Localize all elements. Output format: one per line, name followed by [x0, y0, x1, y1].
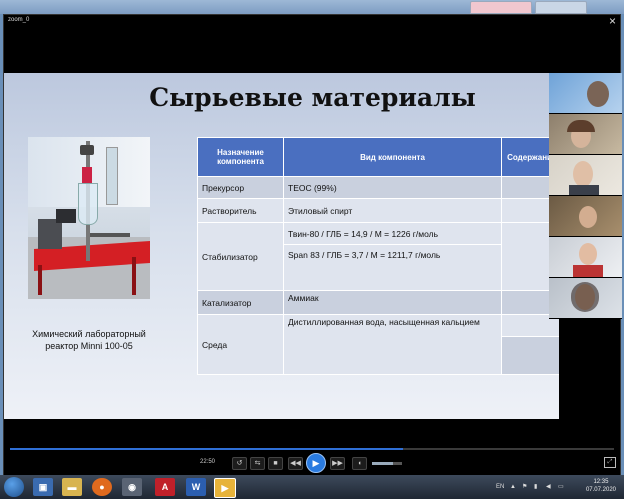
word-icon[interactable]: W [186, 478, 206, 496]
volume-icon[interactable]: ◀ [546, 478, 551, 496]
play-button[interactable]: ▶ [306, 453, 326, 473]
participant-video-panel [549, 73, 622, 319]
shuffle-icon[interactable]: ⇆ [250, 457, 265, 470]
start-button[interactable] [4, 477, 24, 497]
battery-icon[interactable]: ▭ [558, 478, 564, 496]
table-row: Среда Дистиллированная вода, насыщенная … [197, 314, 559, 375]
photo-caption: Химический лабораторный реактор Minni 10… [14, 328, 164, 352]
taskbar-clock[interactable]: 12:35 07.07.2020 [586, 478, 616, 494]
caption-line: реактор Minni 100-05 [45, 341, 133, 351]
clock-time: 12:35 [593, 479, 609, 485]
participant-video-tile[interactable] [549, 237, 622, 278]
cell-component: Твин-80 / ГЛБ = 14,9 / М = 1226 г/моль [283, 222, 502, 245]
taskbar: ▣ ▬ ● ◉ A W ▶ EN ▲ ⚑ ▮ ◀ ▭ 12:35 07.07.2… [0, 475, 624, 499]
stop-button[interactable]: ■ [268, 457, 283, 470]
table-row: Растворитель Этиловый спирт 300 [197, 198, 559, 223]
cell-role: Прекурсор [197, 176, 284, 199]
seek-bar[interactable] [10, 448, 614, 450]
language-indicator[interactable]: EN [496, 478, 504, 496]
volume-slider-fill [372, 462, 393, 465]
flag-icon[interactable]: ⚑ [522, 478, 527, 496]
slide-title: Сырьевые материалы [149, 83, 476, 112]
cell-role: Стабилизатор [197, 222, 284, 291]
participant-video-tile[interactable] [549, 114, 622, 155]
seek-bar-fill [10, 448, 403, 450]
loop-button[interactable]: ↺ [232, 457, 247, 470]
table-row: Прекурсор ТЕОС (99%) 40 [197, 176, 559, 199]
player-app-icon[interactable]: ▶ [214, 478, 236, 498]
previous-button[interactable]: ◀◀ [288, 457, 303, 470]
table-row: Стабилизатор Твин-80 / ГЛБ = 14,9 / М = … [197, 222, 559, 291]
cell-component: Дистиллированная вода, насыщенная кальци… [283, 314, 502, 375]
presentation-slide: Сырьевые материалы Химический лабораторн… [4, 73, 559, 419]
materials-table: Назначение компонента Вид компонента Сод… [197, 137, 559, 375]
next-button[interactable]: ▶▶ [330, 457, 345, 470]
media-icon[interactable]: ◉ [122, 478, 142, 496]
reactor-photo [28, 137, 150, 299]
clock-date: 07.07.2020 [585, 487, 616, 493]
mute-icon[interactable]: ◖ [352, 457, 367, 470]
participant-video-tile[interactable] [549, 73, 622, 114]
cell-component: Аммиак [283, 290, 502, 315]
elapsed-time: 22:50 [200, 459, 216, 465]
cell-role: Среда [197, 314, 284, 375]
volume-slider[interactable] [372, 462, 402, 465]
firefox-icon[interactable]: ● [92, 478, 112, 496]
close-icon[interactable]: × [609, 15, 616, 27]
cell-component: Этиловый спирт [283, 198, 502, 223]
desktop-background [0, 0, 624, 14]
caption-line: Химический лабораторный [32, 329, 146, 339]
cell-component: ТЕОС (99%) [283, 176, 502, 199]
network-icon[interactable]: ▮ [534, 478, 537, 496]
cell-amount: 300 [501, 336, 559, 375]
save-icon[interactable]: ▣ [33, 478, 53, 496]
background-browser-tab[interactable] [535, 1, 587, 14]
table-row: Катализатор Аммиак 3 [197, 290, 559, 315]
participant-video-tile[interactable] [549, 278, 622, 319]
participant-video-tile[interactable] [549, 196, 622, 237]
video-player-window: zoom_0 × Сырьевые материалы Химический л… [3, 14, 622, 475]
header-role: Назначение компонента [197, 137, 284, 177]
window-title: zoom_0 [8, 17, 30, 23]
fullscreen-icon[interactable]: ⤢ [604, 457, 616, 468]
player-controls: 22:50 ↺ ⇆ ■ ◀◀ ▶ ▶▶ ◖ ⤢ [4, 445, 620, 475]
cell-role: Катализатор [197, 290, 284, 315]
cell-component: Span 83 / ГЛБ = 3,7 / М = 1211,7 г/моль [283, 244, 502, 291]
table-header-row: Назначение компонента Вид компонента Сод… [197, 137, 559, 177]
tray-expand-icon[interactable]: ▲ [510, 478, 516, 496]
pdf-icon[interactable]: A [155, 478, 175, 496]
participant-video-tile[interactable] [549, 155, 622, 196]
cell-role: Растворитель [197, 198, 284, 223]
folder-icon[interactable]: ▬ [62, 478, 82, 496]
header-component: Вид компонента [283, 137, 502, 177]
materials-table-container: Назначение компонента Вид компонента Сод… [197, 137, 559, 378]
background-browser-tab[interactable] [470, 1, 532, 14]
